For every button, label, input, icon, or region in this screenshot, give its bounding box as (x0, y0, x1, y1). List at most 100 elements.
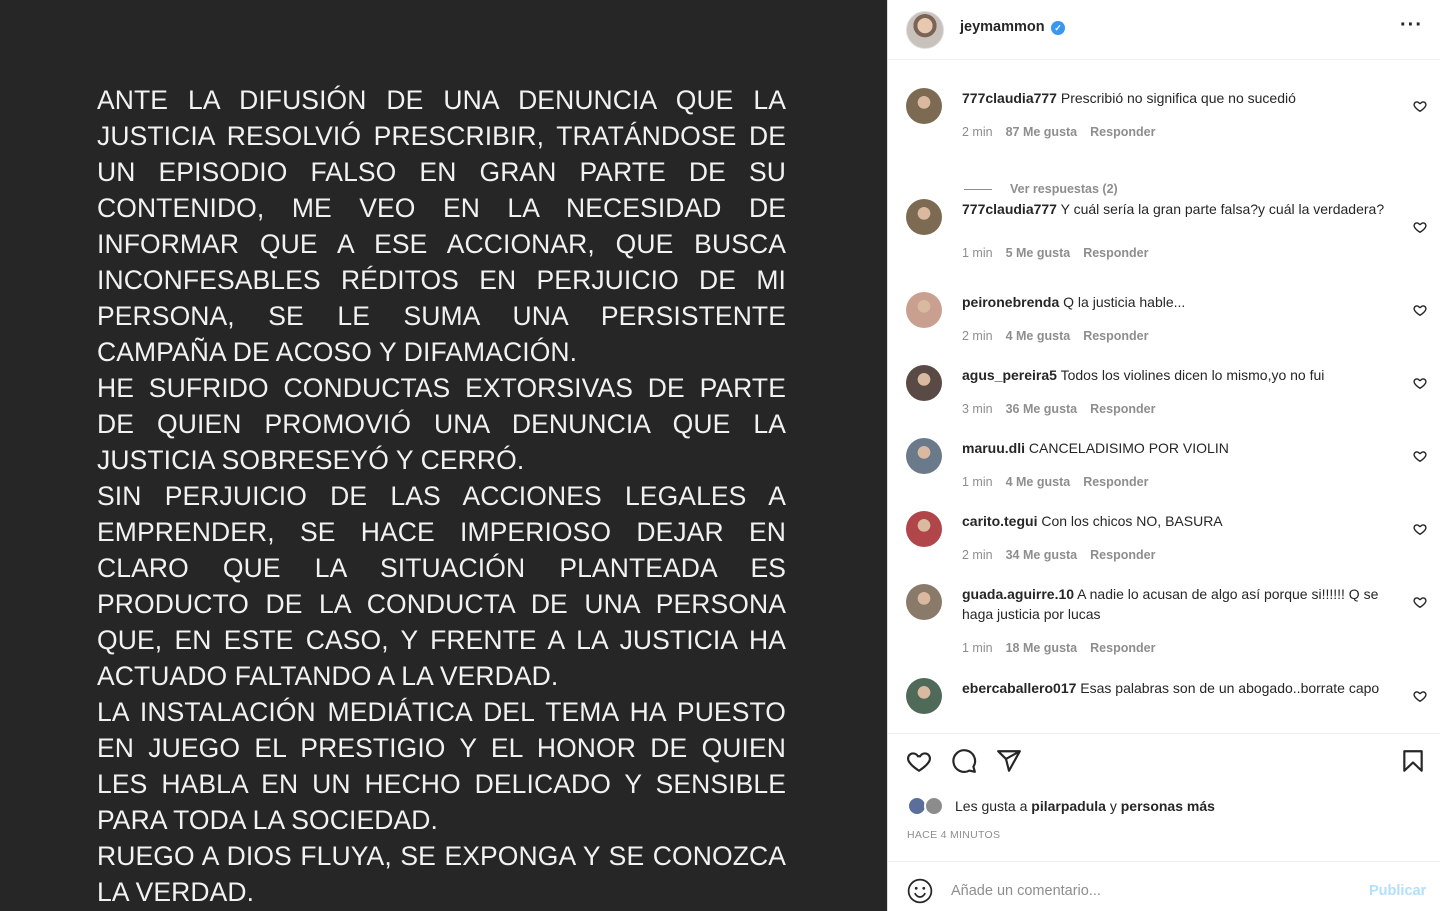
comment-like-heart-icon[interactable] (1413, 522, 1427, 536)
comment-meta: 2 min 4 Me gusta Responder (962, 329, 1161, 343)
reply-button[interactable]: Responder (1083, 246, 1148, 260)
post-sidebar: jeymammon ✓ ··· 777claudia777 Prescribió… (887, 0, 1440, 911)
comment-input[interactable] (951, 874, 1351, 908)
comment-like-heart-icon[interactable] (1413, 689, 1427, 703)
comment-meta: 1 min 4 Me gusta Responder (962, 475, 1161, 489)
likes-prefix: Les gusta a (955, 798, 1028, 814)
liker-avatar (924, 796, 944, 816)
replies-divider (964, 189, 992, 191)
verified-badge-icon: ✓ (1051, 21, 1065, 35)
reply-button[interactable]: Responder (1090, 548, 1155, 562)
comment-text: peironebrenda Q la justicia hable... (962, 292, 1402, 312)
comment-text: maruu.dli CANCELADISIMO POR VIOLIN (962, 438, 1402, 458)
commenter-avatar[interactable] (906, 678, 942, 714)
commenter-username[interactable]: carito.tegui (962, 513, 1037, 529)
comment-text: guada.aguirre.10 A nadie lo acusan de al… (962, 584, 1402, 624)
comment-likes[interactable]: 34 Me gusta (1006, 548, 1078, 562)
commenter-username[interactable]: guada.aguirre.10 (962, 586, 1074, 602)
commenter-avatar[interactable] (906, 88, 942, 124)
comment-like-heart-icon[interactable] (1413, 376, 1427, 390)
comment-text: agus_pereira5 Todos los violines dicen l… (962, 365, 1402, 385)
bookmark-icon[interactable] (1400, 748, 1426, 774)
comment-meta: 1 min 18 Me gusta Responder (962, 641, 1168, 655)
reply-button[interactable]: Responder (1090, 402, 1155, 416)
comment-likes[interactable]: 5 Me gusta (1006, 246, 1071, 260)
comment-body: Todos los violines dicen lo mismo,yo no … (1060, 367, 1325, 383)
comment-time: 2 min (962, 548, 993, 562)
commenter-username[interactable]: 777claudia777 (962, 90, 1057, 106)
comment-likes[interactable]: 18 Me gusta (1006, 641, 1078, 655)
comment-meta: 2 min 34 Me gusta Responder (962, 548, 1168, 562)
comment-like-heart-icon[interactable] (1413, 220, 1427, 234)
post-paragraph: ANTE LA DIFUSIÓN DE UNA DENUNCIA QUE LA … (97, 85, 786, 367)
commenter-username[interactable]: maruu.dli (962, 440, 1025, 456)
post-image: ANTE LA DIFUSIÓN DE UNA DENUNCIA QUE LA … (0, 0, 887, 911)
comment-likes[interactable]: 36 Me gusta (1006, 402, 1078, 416)
comments-list[interactable]: 777claudia777 Prescribió no significa qu… (888, 61, 1440, 733)
comment-time: 1 min (962, 475, 993, 489)
commenter-avatar[interactable] (906, 584, 942, 620)
comment-body: CANCELADISIMO POR VIOLIN (1028, 440, 1229, 456)
comment-like-heart-icon[interactable] (1413, 595, 1427, 609)
comment-text: carito.tegui Con los chicos NO, BASURA (962, 511, 1402, 531)
post-paragraph: RUEGO A DIOS FLUYA, SE EXPONGA Y SE CONO… (97, 841, 786, 907)
reply-button[interactable]: Responder (1083, 329, 1148, 343)
emoji-icon[interactable] (907, 878, 933, 904)
liker-username[interactable]: pilarpadula (1031, 798, 1106, 814)
commenter-avatar[interactable] (906, 365, 942, 401)
comment-time: 1 min (962, 246, 993, 260)
commenter-username[interactable]: 777claudia777 (962, 201, 1057, 217)
commenter-username[interactable]: ebercaballero017 (962, 680, 1076, 696)
reply-button[interactable]: Responder (1090, 125, 1155, 139)
post-header: jeymammon ✓ ··· (888, 0, 1440, 60)
comment-time: 2 min (962, 329, 993, 343)
commenter-avatar[interactable] (906, 292, 942, 328)
commenter-avatar[interactable] (906, 438, 942, 474)
likes-others[interactable]: personas más (1121, 798, 1215, 814)
post-statement-text: ANTE LA DIFUSIÓN DE UNA DENUNCIA QUE LA … (97, 82, 786, 910)
comment-body: Con los chicos NO, BASURA (1041, 513, 1223, 529)
commenter-username[interactable]: peironebrenda (962, 294, 1059, 310)
view-replies-label: Ver respuestas (2) (1010, 182, 1118, 196)
likes-summary[interactable]: Les gusta a pilarpadula y personas más (955, 798, 1215, 814)
comment-time: 2 min (962, 125, 993, 139)
comment-body: Q la justicia hable... (1063, 294, 1186, 310)
author-avatar[interactable] (906, 11, 944, 49)
likes-middle: y (1109, 798, 1117, 814)
post-paragraph: LA INSTALACIÓN MEDIÁTICA DEL TEMA HA PUE… (97, 697, 786, 835)
share-icon[interactable] (996, 748, 1022, 774)
comment-meta: 2 min 87 Me gusta Responder (962, 125, 1168, 139)
comment-text: ebercaballero017 Esas palabras son de un… (962, 678, 1402, 698)
post-timestamp[interactable]: HACE 4 MINUTOS (907, 829, 1000, 841)
author-username[interactable]: jeymammon (960, 19, 1045, 35)
post-paragraph: SIN PERJUICIO DE LAS ACCIONES LEGALES A … (97, 481, 786, 691)
comment-likes[interactable]: 4 Me gusta (1006, 329, 1071, 343)
comment-text: 777claudia777 Prescribió no significa qu… (962, 88, 1402, 108)
post-actions: Les gusta a pilarpadula y personas más H… (888, 733, 1440, 861)
more-options-icon[interactable]: ··· (1400, 14, 1423, 37)
heart-icon[interactable] (906, 748, 932, 774)
comment-body: Y cuál sería la gran parte falsa?y cuál … (1060, 201, 1385, 217)
comment-likes[interactable]: 87 Me gusta (1006, 125, 1078, 139)
comment-like-heart-icon[interactable] (1413, 303, 1427, 317)
comment-likes[interactable]: 4 Me gusta (1006, 475, 1071, 489)
commenter-avatar[interactable] (906, 511, 942, 547)
comment-like-heart-icon[interactable] (1413, 449, 1427, 463)
comment-text: 777claudia777 Y cuál sería la gran parte… (962, 199, 1402, 219)
commenter-username[interactable]: agus_pereira5 (962, 367, 1057, 383)
comment-like-heart-icon[interactable] (1413, 99, 1427, 113)
view-replies-button[interactable]: Ver respuestas (2) (964, 182, 1118, 196)
comment-meta: 3 min 36 Me gusta Responder (962, 402, 1168, 416)
comment-time: 3 min (962, 402, 993, 416)
post-paragraph: HE SUFRIDO CONDUCTAS EXTORSIVAS DE PARTE… (97, 373, 786, 475)
comment-body: Prescribió no significa que no sucedió (1060, 90, 1296, 106)
comment-body: Esas palabras son de un abogado..borrate… (1080, 680, 1380, 696)
comment-icon[interactable] (951, 748, 977, 774)
add-comment-bar: Publicar (888, 861, 1440, 911)
reply-button[interactable]: Responder (1083, 475, 1148, 489)
reply-button[interactable]: Responder (1090, 641, 1155, 655)
comment-meta: 1 min 5 Me gusta Responder (962, 246, 1161, 260)
commenter-avatar[interactable] (906, 199, 942, 235)
publish-button[interactable]: Publicar (1369, 883, 1426, 899)
comment-time: 1 min (962, 641, 993, 655)
